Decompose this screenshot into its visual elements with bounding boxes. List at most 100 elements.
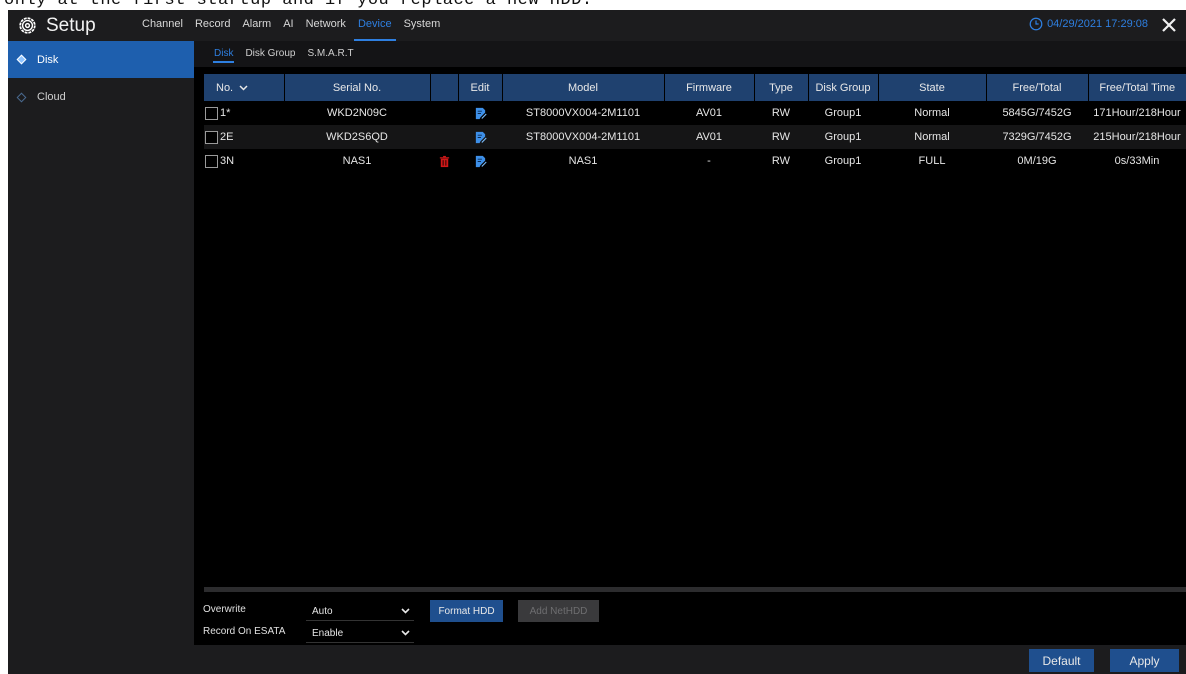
overwrite-label: Overwrite [203,604,246,615]
trash-icon[interactable] [438,155,451,168]
setup-window: Setup Channel Record Alarm AI Network Device S… [8,10,1186,674]
cell-free-total-time: 0s/33Min [1114,155,1160,167]
format-hdd-button[interactable]: Format HDD [430,600,503,622]
sidebar-item-disk[interactable]: Disk [8,41,194,78]
cell-no: 2E [204,125,284,149]
edit-icon[interactable] [474,107,487,120]
document-text-fragment: only at the first startup and if you rep… [0,0,1186,10]
nav-item-record[interactable]: Record [189,10,236,41]
chevron-down-icon [401,608,410,614]
horizontal-scrollbar[interactable] [204,587,1186,592]
disk-table: No. Serial No. Edit Model Firmware Type … [204,74,1186,173]
cell-edit [458,101,502,125]
nav-item-system[interactable]: System [398,10,447,41]
sidebar-item-cloud[interactable]: Cloud [8,78,194,116]
cell-free-total: 5845G/7452G [1002,107,1072,119]
close-icon[interactable] [1160,16,1178,34]
cell-disk-group: Group1 [824,155,862,167]
cell-firmware: - [707,155,711,167]
clock: 04/29/2021 17:29:08 [1029,17,1148,31]
cell-edit [458,149,502,173]
col-header-disk-group: Disk Group [808,74,879,101]
cell-serial: WKD2S6QD [326,131,388,143]
cell-free-total-time: 215Hour/218Hour [1093,131,1181,143]
scrollbar-thumb[interactable] [204,587,1186,592]
cell-disk-group: Group1 [824,131,862,143]
col-header-type: Type [754,74,809,101]
sidebar-item-label: Disk [37,53,59,66]
diamond-icon [16,92,27,102]
table-row[interactable]: 1* WKD2N09C ST8000VX004-2M1101 AV01 RW Group1… [204,101,1186,125]
overwrite-select[interactable]: Auto [306,601,414,621]
cell-delete [430,125,458,149]
col-header-model: Model [502,74,665,101]
cell-type: RW [771,155,791,167]
record-on-esata-label: Record On ESATA [203,626,286,637]
cell-free-total: 0M/19G [1017,155,1057,167]
cell-serial: NAS1 [342,155,372,167]
add-nethdd-button[interactable]: Add NetHDD [518,600,599,622]
nav-item-device[interactable]: Device [352,10,398,41]
cell-no: 3N [204,149,284,173]
cell-free-total-time: 171Hour/218Hour [1093,107,1181,119]
apply-button[interactable]: Apply [1110,649,1179,672]
cell-delete [430,101,458,125]
row-checkbox[interactable] [205,130,218,144]
cell-no: 1* [204,101,284,125]
table-row[interactable]: 2E WKD2S6QD ST8000VX004-2M1101 AV01 RW Group1… [204,125,1186,149]
table-row[interactable]: 3N NAS1 NAS1 - RW Group1 FULL 0M/19G 0s/33Min [204,149,1186,173]
default-button[interactable]: Default [1029,649,1094,672]
gear-icon [19,17,36,34]
nav-item-channel[interactable]: Channel [136,10,189,41]
col-header-free-total-time: Free/Total Time [1099,81,1176,94]
tab-disk[interactable]: Disk [208,41,239,67]
cell-model: ST8000VX004-2M1101 [525,107,641,119]
cell-type: RW [771,107,791,119]
row-checkbox[interactable] [205,154,218,168]
edit-icon[interactable] [474,131,487,144]
col-header-no[interactable]: No. [204,74,285,101]
footer-bar: Default Apply [194,645,1186,674]
tab-smart[interactable]: S.M.A.R.T [301,41,359,67]
chevron-down-icon [401,630,410,636]
chevron-down-icon [239,84,248,91]
disk-controls: Overwrite Auto Format HDD Add NetHDD Rec… [194,593,1186,645]
col-header-serial: Serial No. [284,74,431,101]
clock-icon [1029,17,1043,31]
top-nav-bar: Setup Channel Record Alarm AI Network Device S… [8,10,1186,41]
col-header-state: State [878,74,987,101]
cell-firmware: AV01 [695,131,723,143]
datetime-display: 04/29/2021 17:29:08 [1047,18,1148,30]
edit-icon[interactable] [474,155,487,168]
page-title: Setup [46,14,96,36]
cell-state: Normal [914,131,950,143]
main-nav: Channel Record Alarm AI Network Device System [136,10,446,41]
record-on-esata-select[interactable]: Enable [306,623,414,643]
cell-free-total: 7329G/7452G [1002,131,1072,143]
cell-disk-group: Group1 [824,107,862,119]
nav-item-ai[interactable]: AI [277,10,299,41]
cell-model: ST8000VX004-2M1101 [525,131,641,143]
table-header: No. Serial No. Edit Model Firmware Type … [204,74,1186,101]
nav-item-network[interactable]: Network [300,10,352,41]
sidebar-item-label: Cloud [37,91,66,103]
cell-model: NAS1 [568,155,598,167]
cell-serial: WKD2N09C [327,107,387,119]
cell-state: FULL [918,155,946,167]
brand: Setup [8,15,136,37]
cell-delete [430,149,458,173]
diamond-icon [16,54,27,65]
row-checkbox[interactable] [205,106,218,120]
nav-item-alarm[interactable]: Alarm [236,10,277,41]
cell-type: RW [771,131,791,143]
col-header-edit: Edit [458,74,503,101]
col-header-firmware: Firmware [664,74,755,101]
col-header-delete [430,74,459,101]
col-header-free-total: Free/Total [986,74,1089,101]
tab-disk-group[interactable]: Disk Group [239,41,301,67]
main-panel: Disk Disk Group S.M.A.R.T No. Serial No.… [194,41,1186,674]
cell-edit [458,125,502,149]
cell-firmware: AV01 [695,107,723,119]
sub-tabs: Disk Disk Group S.M.A.R.T [194,41,1186,67]
sidebar: Disk Cloud [8,41,194,674]
